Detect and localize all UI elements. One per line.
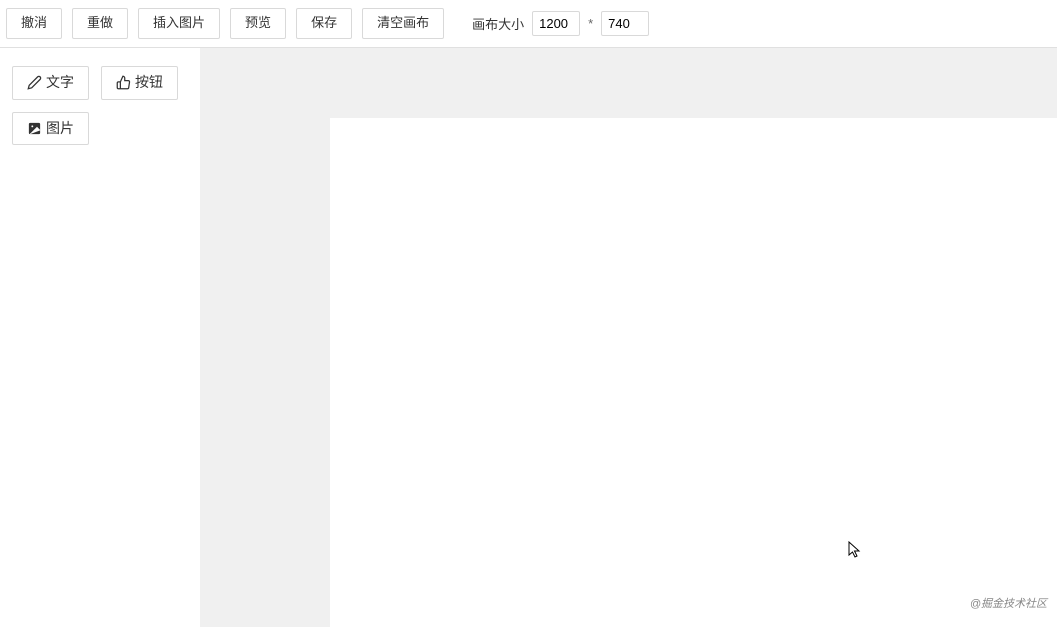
main-area: 文字 按钮 图片: [0, 48, 1057, 627]
canvas-width-input[interactable]: [532, 11, 580, 36]
watermark: @掘金技术社区: [970, 595, 1047, 611]
image-tool-label: 图片: [46, 119, 74, 139]
redo-button[interactable]: 重做: [72, 8, 128, 38]
text-tool-label: 文字: [46, 73, 74, 93]
toolbar: 撤消 重做 插入图片 预览 保存 清空画布 画布大小 *: [0, 0, 1057, 48]
canvas-height-input[interactable]: [601, 11, 649, 36]
button-tool-button[interactable]: 按钮: [101, 66, 178, 100]
canvas-area[interactable]: [200, 48, 1057, 627]
size-separator: *: [588, 16, 593, 31]
canvas[interactable]: [330, 118, 1057, 627]
canvas-size-group: 画布大小 *: [472, 11, 649, 36]
image-icon: [27, 121, 42, 136]
undo-button[interactable]: 撤消: [6, 8, 62, 38]
canvas-size-label: 画布大小: [472, 14, 524, 33]
save-button[interactable]: 保存: [296, 8, 352, 38]
text-tool-button[interactable]: 文字: [12, 66, 89, 100]
tools-sidebar: 文字 按钮 图片: [0, 48, 200, 627]
preview-button[interactable]: 预览: [230, 8, 286, 38]
edit-icon: [27, 75, 42, 90]
button-tool-label: 按钮: [135, 73, 163, 93]
clear-canvas-button[interactable]: 清空画布: [362, 8, 444, 38]
insert-image-button[interactable]: 插入图片: [138, 8, 220, 38]
thumbs-up-icon: [116, 75, 131, 90]
image-tool-button[interactable]: 图片: [12, 112, 89, 146]
